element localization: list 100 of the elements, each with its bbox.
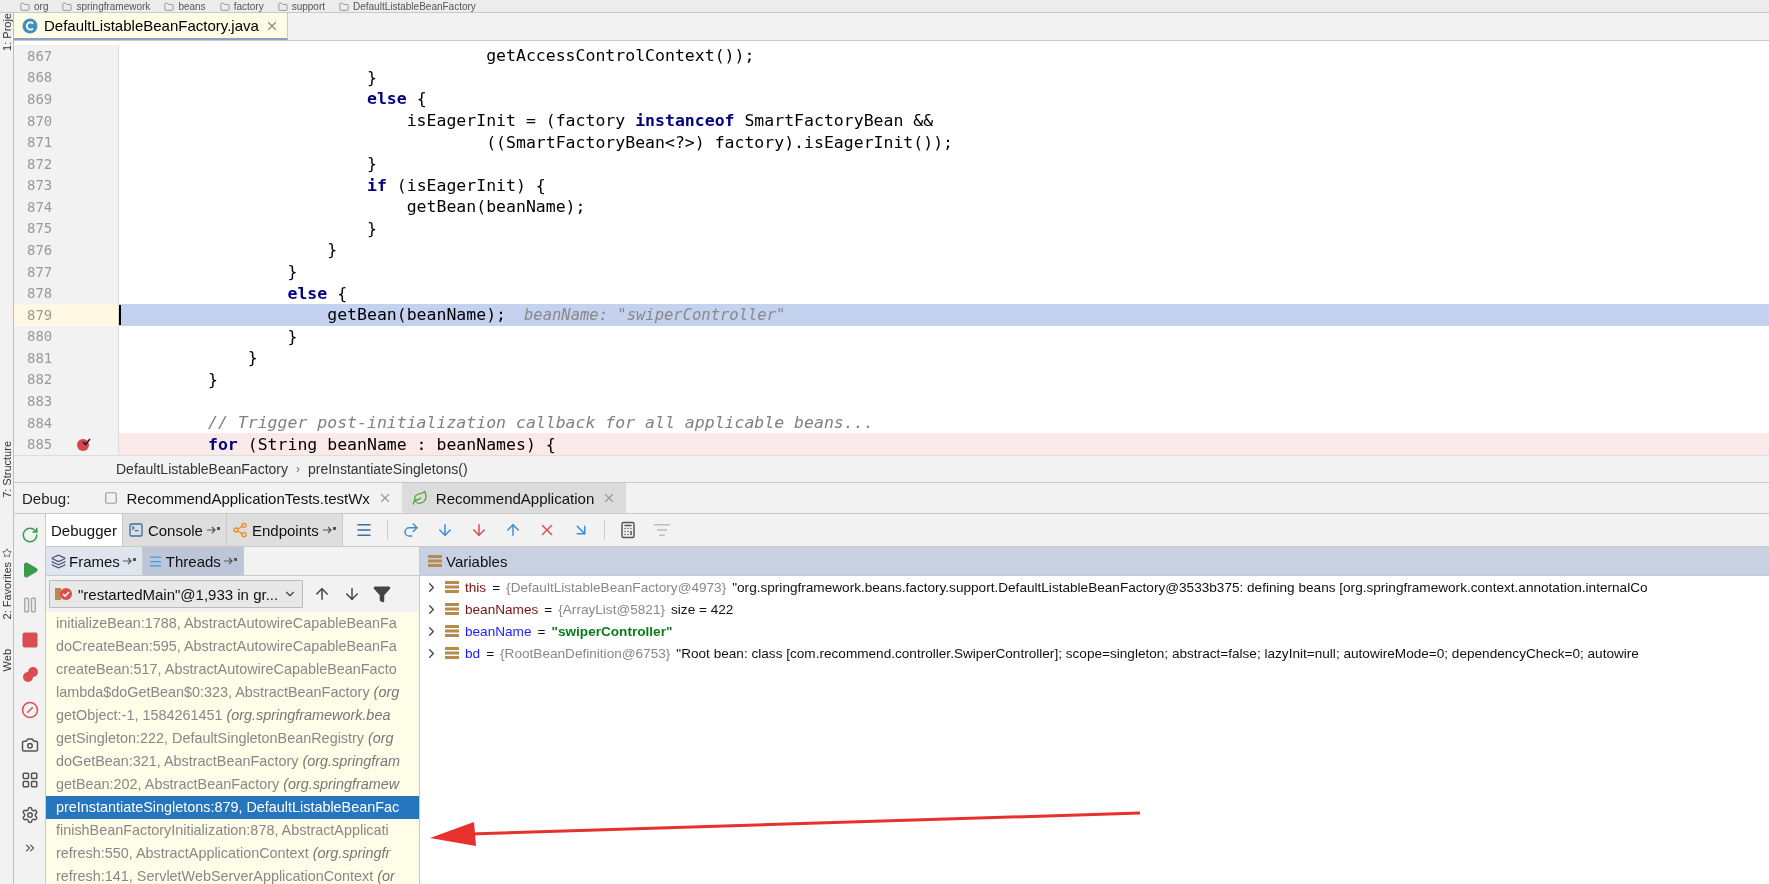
line-number: 881 [27,349,53,366]
line-number: 877 [27,263,53,280]
stack-frame[interactable]: doCreateBean:595, AbstractAutowireCapableBeanFa [46,635,419,658]
code-comment: // Trigger post-initialization callback for all applicable beans... [208,413,874,433]
stack-frame[interactable]: refresh:550, AbstractApplicationContext (org.springfr [46,842,419,865]
line-number: 874 [27,198,53,215]
class-icon [22,17,38,34]
panel-title: Debug: [21,489,72,507]
line-number: 884 [27,414,53,431]
breadcrumb-item[interactable]: DefaultListableBeanFactory [116,461,288,477]
thread-dropdown[interactable]: "restartedMain"@1,933 in gr... [49,580,304,608]
tool-window-button[interactable]: 7: Structure [0,440,13,498]
path-item[interactable]: factory [233,1,264,12]
rerun-icon [20,526,39,544]
code-line: } [365,154,377,174]
stack-frame[interactable]: createBean:517, AbstractAutowireCapableBeanFacto [46,658,419,681]
code-line: getAccessControlContext()); [485,46,755,66]
stack-frame[interactable]: getObject:-1, 1584261451 (org.springframework.bea [46,704,419,727]
stack-frame[interactable]: refresh:141, ServletWebServerApplicationContext (or [46,865,419,884]
stack-frame[interactable]: doGetBean:321, AbstractBeanFactory (org.springfram [46,750,419,773]
line-number: 872 [27,155,53,172]
code-line: getBean(beanName); [405,197,586,217]
debugger-tab[interactable]: Endpoints [226,514,343,546]
console-icon [127,522,144,538]
menu-icon [354,521,373,539]
debugger-tab[interactable]: Console [122,514,227,546]
operator: = [544,601,553,617]
line-number: 871 [27,134,53,151]
pin-icon [223,557,238,565]
path-item[interactable]: beans [178,1,206,12]
stack-frame[interactable]: preInstantiateSingletons:879, DefaultListableBeanFac [46,796,419,819]
list-icon [652,521,671,539]
breadcrumb-separator: › [296,462,300,476]
stack-frame[interactable]: getSingleton:222, DefaultSingletonBeanRegistry (org [46,727,419,750]
breakpoint-icon[interactable] [76,436,92,453]
path-item[interactable]: org [34,1,49,12]
code-line: } [286,262,298,282]
path-item[interactable]: DefaultListableBeanFactory [353,1,476,12]
leaf-icon [411,490,428,506]
variables-icon [445,624,459,638]
code-line: else { [286,283,348,303]
session-tab[interactable]: RecommendApplicationTests.testWx [94,483,402,513]
folder-icon [219,1,230,12]
line-number: 867 [27,47,53,64]
line-number: 870 [27,112,53,129]
code-line: for (String beanName : beanNames) { [208,434,556,454]
line-number: 878 [27,285,53,302]
inline-value-hint: beanName: "swiperController" [524,305,786,324]
variables-icon [445,602,459,616]
line-number: 873 [27,177,53,194]
stack-frame[interactable]: finishBeanFactoryInitialization:878, AbstractApplicati [46,819,419,842]
path-item[interactable]: springframework [76,1,151,12]
breakpoints-icon [20,666,39,684]
folder-icon [20,1,30,12]
line-number: 882 [27,371,53,388]
camera-icon [20,736,39,754]
file-tab[interactable]: DefaultListableBeanFactory.java [14,13,288,40]
operator: = [537,623,546,639]
stack-frame[interactable]: initializeBean:1788, AbstractAutowireCapableBeanFa [46,612,419,635]
code-line: } [246,348,258,368]
pin-icon [206,526,221,534]
variable-row[interactable]: beanNames = {ArrayList@5821} size = 422 [420,598,1769,620]
calculator-icon [618,521,637,539]
curved-arrow-icon [401,521,420,539]
tool-window-button[interactable]: 1: Proje [0,13,13,51]
line-number: 869 [27,90,53,107]
settings-icon [20,806,39,824]
code-line: isEagerInit = (factory instanceof SmartFactoryBean && [405,111,934,130]
star-icon [1,547,12,558]
variable-row[interactable]: this = {DefaultListableBeanFactory@4973} "org.springframework.beans.factory.support.DefaultListableBeanFactory@3533b375: defining beans [org.springframework.context.annotation.internalCo [420,576,1769,598]
code-line: } [365,218,377,238]
debugger-tab[interactable]: Debugger [46,514,123,546]
stack-frame[interactable]: lambda$doGetBean$0:323, AbstractBeanFactory (org [46,681,419,704]
stack-frame[interactable]: getBean:202, AbstractBeanFactory (org.springframew [46,773,419,796]
variable-row[interactable]: bd = {RootBeanDefinition@6753} "Root bean: class [com.recommend.controller.SwiperController]; scope=singleton; abstract=false; lazyInit=null; autowireMode=0; dependencyCheck=0; autowire [420,642,1769,664]
text-cursor [119,304,121,325]
line-number: 885 [27,436,53,453]
session-tab[interactable]: RecommendApplication [401,483,627,513]
frames-icon [51,553,66,569]
code-line: ((SmartFactoryBean<?>) factory).isEagerInit()); [485,132,954,152]
code-line: } [208,369,218,389]
threads-icon [147,553,163,569]
thread-icon [55,586,73,602]
breadcrumb-item[interactable]: preInstantiateSingletons() [308,461,468,477]
folder-icon [339,1,349,12]
line-number: 868 [27,69,53,86]
line-number: 875 [27,220,53,237]
line-number: 880 [27,328,53,345]
pin-icon [122,557,137,565]
code-line: else { [365,89,427,109]
panel-tab[interactable]: Threads [142,547,244,575]
panel-tab[interactable]: Frames [46,547,143,575]
tool-window-button[interactable]: 2: Favorites [0,561,13,620]
variable-row[interactable]: beanName = "swiperController" [420,620,1769,642]
path-item[interactable]: support [291,1,325,12]
code-line: } [286,326,298,346]
code-line: getBean(beanName); [326,305,506,325]
tool-window-button[interactable]: Web [0,649,13,672]
grid-icon [20,771,39,789]
code-line: } [365,67,377,87]
